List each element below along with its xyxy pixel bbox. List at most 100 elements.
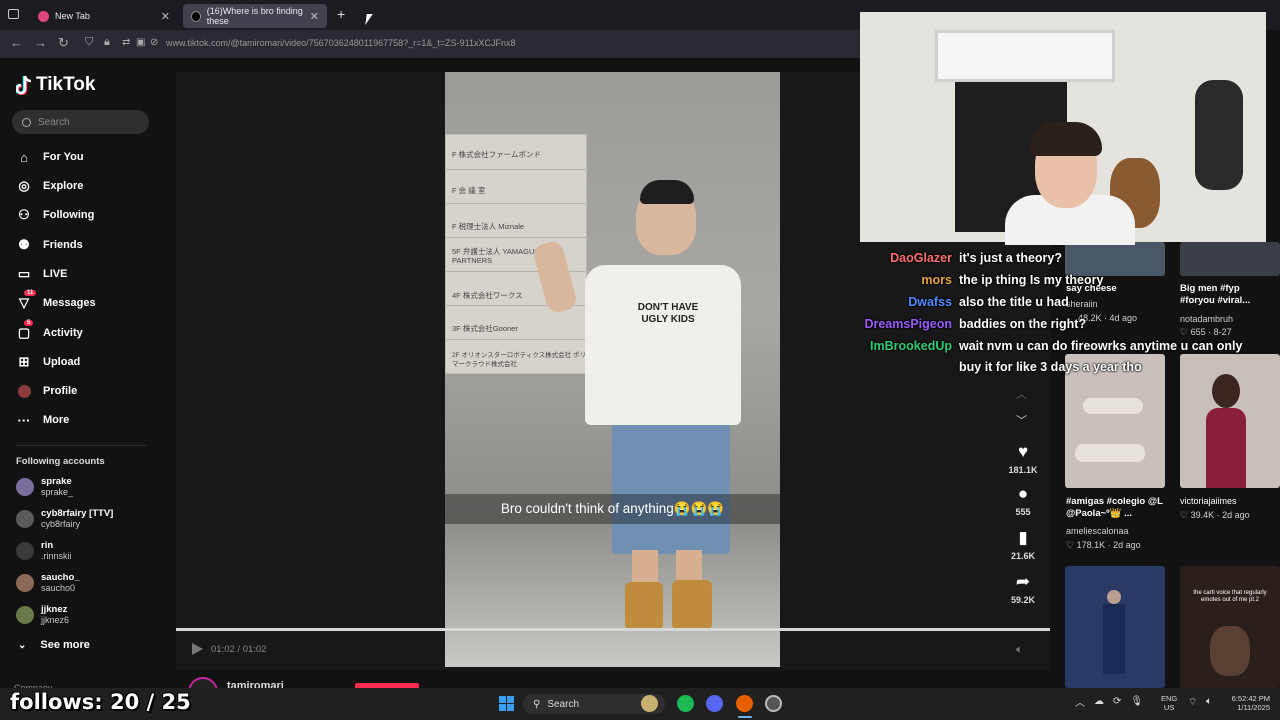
following-account[interactable]: saucho_ saucho0 [16, 571, 80, 595]
video-person-cap [640, 180, 694, 204]
following-account[interactable]: rin .rinnskii [16, 539, 72, 563]
nav-label: LIVE [43, 268, 68, 280]
discord-icon[interactable] [706, 695, 723, 712]
following-account[interactable]: sprake sprake_ [16, 475, 73, 499]
url-bar[interactable]: www.tiktok.com/@tamiromari/video/7567036… [166, 38, 516, 48]
account-name: sprake [41, 476, 72, 487]
tiktok-logo[interactable]: TikTok [16, 74, 95, 96]
nav-activity[interactable]: ▢ 5 Activity [16, 320, 83, 343]
permissions-icon[interactable]: ⇄ [122, 37, 130, 48]
system-tray[interactable]: ︿ ☁ ⟳ 🎙︎ [1075, 694, 1143, 709]
see-more-button[interactable]: ⌄ See more [18, 639, 90, 651]
language-indicator[interactable]: ENG US [1161, 694, 1177, 712]
avatar [16, 574, 34, 592]
sync-icon[interactable]: ⟳ [1113, 696, 1121, 707]
search-highlight-icon[interactable] [641, 695, 658, 712]
lock-icon[interactable]: 🔒︎ [104, 36, 110, 49]
windows-start-icon[interactable] [499, 696, 514, 711]
share-count: 59.2K [1010, 595, 1036, 605]
tiktok-note-icon [16, 75, 32, 95]
wifi-icon[interactable]: ⌔ [1188, 696, 1197, 709]
chat-text: wait nvm u can do fireowrks anytime u ca… [959, 339, 1243, 374]
more-icon: ··· [17, 412, 31, 428]
obs-icon[interactable] [765, 695, 782, 712]
nav-for-you[interactable]: ⌂ For You [16, 147, 84, 167]
nav-label: Messages [43, 297, 96, 309]
avatar [16, 510, 34, 528]
sign-line: 2F オリオンスターロボティクス株式会社 ポリマークラウド株式会社 [452, 352, 586, 368]
cloud-icon[interactable]: ☁ [1094, 696, 1104, 707]
shield-icon[interactable]: ⛉ [85, 36, 93, 49]
recommended-title[interactable]: #amigas #colegio @L @Paola~º👑 ... [1066, 496, 1166, 520]
new-tab-button[interactable]: + [337, 6, 345, 22]
chat-username: ImBrookedUp [870, 339, 952, 353]
avatar [16, 606, 34, 624]
microphone-icon[interactable]: ⊘ [150, 37, 158, 48]
share-button[interactable]: ➦ 59.2K [1003, 572, 1043, 605]
next-video-icon[interactable]: ﹀ [1016, 412, 1027, 428]
sign-line: F 会 議 室 [452, 186, 486, 195]
activity-icon: ▢ 5 [16, 320, 34, 341]
avatar [16, 478, 34, 496]
recommended-author[interactable]: ameliescalonaa [1066, 526, 1129, 537]
nav-explore[interactable]: ◎ Explore [16, 176, 83, 196]
reload-icon[interactable]: ↻ [58, 35, 69, 51]
back-icon[interactable]: ← [10, 35, 23, 50]
recommended-thumbnail[interactable] [1065, 566, 1165, 688]
progress-fill [176, 628, 1050, 631]
following-account[interactable]: cyb8rfairy [TTV] cyb8rfairy [16, 507, 113, 531]
chat-username: Dwafss [908, 295, 952, 309]
volume-icon[interactable]: 🔈︎ [1016, 642, 1023, 657]
recommended-thumbnail[interactable]: the carti voice that regularly emotes ou… [1180, 566, 1280, 688]
save-button[interactable]: ▮ 21.6K [1003, 528, 1043, 561]
sign-line: F 税理士法人 Miznale [452, 222, 525, 231]
taskbar-search-label: Search [547, 698, 580, 710]
volume-icon[interactable]: 🔈︎ [1206, 696, 1212, 707]
like-button[interactable]: ♥ 181.1K [1003, 442, 1043, 475]
tray-chevron-up-icon[interactable]: ︿ [1075, 694, 1085, 709]
clock-date: 1/11/2025 [1237, 703, 1270, 712]
nav-following[interactable]: ⚇ Following [16, 205, 94, 225]
chat-message: mors the ip thing Is my theory [850, 273, 1270, 287]
nav-friends[interactable]: ⚉ Friends [16, 235, 83, 255]
nav-label: For You [43, 151, 84, 163]
recommended-author[interactable]: victoriajaiimes [1180, 496, 1237, 507]
nav-profile[interactable]: Profile [16, 381, 77, 401]
friends-icon: ⚉ [18, 237, 30, 252]
account-handle: .rinnskii [41, 551, 72, 561]
chat-username: mors [921, 273, 952, 287]
chat-message: DaoGlazer it's just a theory? [850, 251, 1270, 265]
forward-icon[interactable]: → [34, 35, 47, 50]
browser-tab-tiktok[interactable]: (16)Where is bro finding these ✕ [183, 4, 327, 28]
avatar [16, 542, 34, 560]
tab-list-icon[interactable] [8, 9, 19, 19]
video-person-shorts [612, 418, 730, 554]
comment-button[interactable]: ● 555 [1003, 484, 1043, 517]
following-account[interactable]: jjknez jjknez6 [16, 603, 69, 627]
taskbar-clock[interactable]: 6:52:42 PM 1/11/2025 [1222, 694, 1270, 712]
close-tab-icon[interactable]: ✕ [161, 10, 170, 23]
bookmark-icon: ▮ [1018, 528, 1028, 547]
building-directory-sign: F 株式会社ファームボンド F 会 議 室 F 税理士法人 Miznale 5F… [445, 134, 588, 374]
nav-more[interactable]: ··· More [16, 410, 70, 430]
search-input[interactable]: Search [12, 110, 149, 134]
nav-upload[interactable]: ⊞ Upload [16, 352, 81, 372]
compass-icon: ◎ [18, 178, 30, 193]
camera-icon[interactable]: ▣ [136, 37, 145, 48]
previous-video-icon[interactable]: ︿ [1016, 386, 1027, 402]
nav-live[interactable]: ▭ LIVE [16, 264, 68, 284]
firefox-icon[interactable] [736, 695, 753, 712]
play-icon[interactable] [192, 643, 203, 655]
like-count: 181.1K [1008, 465, 1038, 475]
close-tab-icon[interactable]: ✕ [310, 10, 319, 23]
video-progress-bar[interactable] [176, 628, 1050, 631]
comment-count: 555 [1015, 507, 1031, 517]
brand-name: TikTok [36, 74, 96, 95]
save-count: 21.6K [1010, 551, 1036, 561]
spotify-icon[interactable] [677, 695, 694, 712]
nav-messages[interactable]: ▽ 11 Messages [16, 290, 96, 313]
recommended-stats: ♡ 178.1K · 2d ago [1066, 540, 1141, 550]
microphone-icon[interactable]: 🎙︎ [1130, 696, 1143, 707]
webcam-microphone [1195, 80, 1243, 190]
browser-tab-new-tab[interactable]: New Tab ✕ [30, 4, 178, 28]
